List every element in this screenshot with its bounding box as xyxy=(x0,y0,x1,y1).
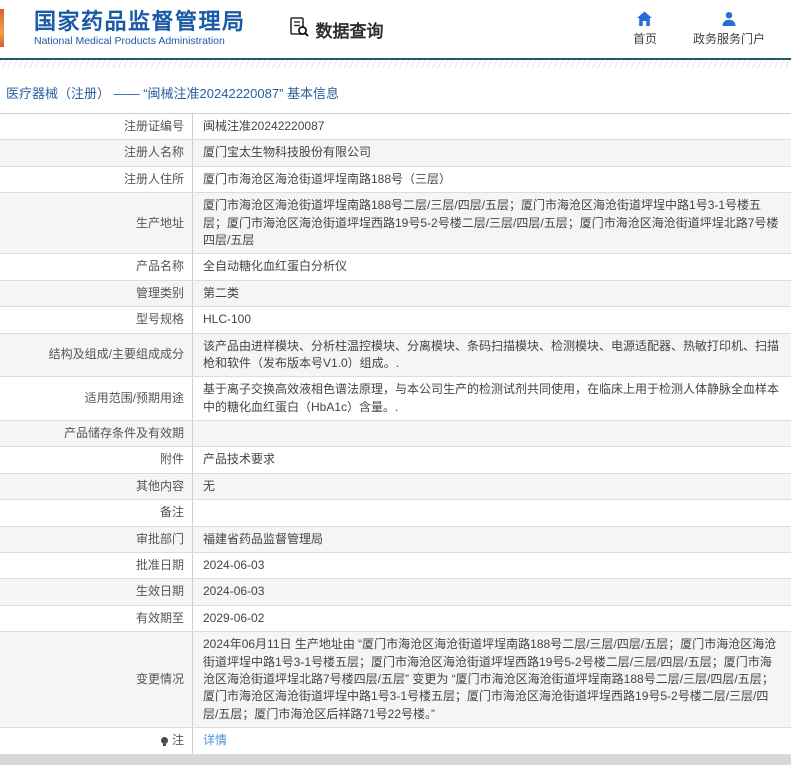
table-row: 注册人名称 厦门宝太生物科技股份有限公司 xyxy=(0,140,791,167)
table-row: 附件 产品技术要求 xyxy=(0,447,791,474)
table-row: 产品储存条件及有效期 xyxy=(0,421,791,448)
row-label: 适用范围/预期用途 xyxy=(0,377,193,421)
row-value xyxy=(193,500,791,525)
row-label: 审批部门 xyxy=(0,526,193,553)
table-row: 注册人住所 厦门市海沧区海沧街道坪埕南路188号（三层） xyxy=(0,166,791,194)
page-bottom-gap xyxy=(0,754,791,765)
row-value: 厦门市海沧区海沧街道坪埕南路188号二层/三层/四层/五层；厦门市海沧区海沧街道… xyxy=(203,198,779,247)
info-table: 注册证编号 闽械注准20242220087 注册人名称 厦门宝太生物科技股份有限… xyxy=(0,113,791,755)
site-header: 国家药品监督管理局 National Medical Products Admi… xyxy=(0,0,791,58)
row-label: 产品储存条件及有效期 xyxy=(0,421,193,447)
row-label: 注册人住所 xyxy=(0,166,193,193)
row-label: 有效期至 xyxy=(0,605,193,632)
row-value xyxy=(193,421,791,446)
row-value: 福建省药品监督管理局 xyxy=(203,531,324,546)
row-value: 详情 xyxy=(193,728,791,753)
table-row: 备注 xyxy=(0,500,791,527)
bulb-icon xyxy=(160,737,168,747)
row-label: 变更情况 xyxy=(0,632,193,728)
data-query-tab[interactable]: 数据查询 xyxy=(288,16,384,43)
row-label: 型号规格 xyxy=(0,307,193,333)
row-label: 生产地址 xyxy=(0,193,193,254)
row-label: 其他内容 xyxy=(0,473,193,500)
row-label: 注册证编号 xyxy=(0,114,193,140)
header-nav: 首页 政务服务门户 xyxy=(633,11,765,47)
table-row: 型号规格 HLC-100 xyxy=(0,307,791,334)
table-row: 产品名称 全自动糖化血红蛋白分析仪 xyxy=(0,254,791,281)
nav-home-label: 首页 xyxy=(632,32,657,46)
stripe-band xyxy=(0,60,791,68)
data-query-label: 数据查询 xyxy=(315,21,384,41)
row-label: 批准日期 xyxy=(0,553,193,579)
agency-name-cn: 国家药品监督管理局 xyxy=(34,9,246,35)
table-row: 生效日期 2024-06-03 xyxy=(0,579,791,606)
row-value: 基于离子交换高效液相色谱法原理，与本公司生产的检测试剂共同使用，在临床上用于检测… xyxy=(203,382,780,414)
table-row: 结构及组成/主要组成成分 该产品由进样模块、分析柱温控模块、分离模块、条码扫描模… xyxy=(0,333,791,378)
table-row: 审批部门 福建省药品监督管理局 xyxy=(0,526,791,554)
user-icon xyxy=(721,11,737,27)
table-row: 变更情况 2024年06月11日 生产地址由 “厦门市海沧区海沧街道坪埕南路18… xyxy=(0,632,791,729)
agency-logo[interactable]: 国家药品监督管理局 National Medical Products Admi… xyxy=(34,9,246,48)
row-label: 管理类别 xyxy=(0,280,193,307)
row-value: 2024-06-03 xyxy=(203,584,265,599)
details-link[interactable]: 详情 xyxy=(203,732,227,749)
row-label: 备注 xyxy=(0,500,193,526)
row-value: 产品技术要求 xyxy=(203,452,276,467)
document-search-icon xyxy=(288,16,310,43)
row-value: 2024年06月11日 生产地址由 “厦门市海沧区海沧街道坪埕南路188号二层/… xyxy=(203,637,777,721)
row-value: 该产品由进样模块、分析柱温控模块、分离模块、条码扫描模块、检测模块、电源适配器、… xyxy=(203,338,780,370)
row-label: 结构及组成/主要组成成分 xyxy=(0,333,193,377)
row-label: 注册人名称 xyxy=(0,140,193,166)
table-row: 生产地址 厦门市海沧区海沧街道坪埕南路188号二层/三层/四层/五层；厦门市海沧… xyxy=(0,193,791,255)
row-value: HLC-100 xyxy=(203,312,252,327)
row-value: 2024-06-03 xyxy=(203,558,265,573)
table-row: 注册证编号 闽械注准20242220087 xyxy=(0,114,791,141)
row-value: 厦门宝太生物科技股份有限公司 xyxy=(203,145,372,160)
row-value: 闽械注准20242220087 xyxy=(203,119,325,133)
nav-portal-label: 政务服务门户 xyxy=(692,32,765,46)
breadcrumb: 医疗器械（注册） —— “闽械注准20242220087” 基本信息 xyxy=(0,68,791,113)
home-icon xyxy=(636,11,653,27)
row-label: 附件 xyxy=(0,447,193,473)
row-label: 生效日期 xyxy=(0,579,193,605)
table-row: 适用范围/预期用途 基于离子交换高效液相色谱法原理，与本公司生产的检测试剂共同使… xyxy=(0,377,791,422)
row-value: 第二类 xyxy=(203,285,240,300)
row-value: 无 xyxy=(203,478,216,493)
page: 国家药品监督管理局 National Medical Products Admi… xyxy=(0,0,791,765)
nav-portal[interactable]: 政务服务门户 xyxy=(693,11,765,47)
agency-name-en: National Medical Products Administration xyxy=(34,35,225,48)
table-row: 批准日期 2024-06-03 xyxy=(0,553,791,580)
table-row: 注 详情 xyxy=(0,728,791,755)
row-label: 注 xyxy=(0,728,193,754)
row-value: 全自动糖化血红蛋白分析仪 xyxy=(203,259,348,274)
row-value: 厦门市海沧区海沧街道坪埕南路188号（三层） xyxy=(203,171,452,186)
nav-home[interactable]: 首页 xyxy=(633,11,657,47)
table-row: 管理类别 第二类 xyxy=(0,280,791,308)
table-row: 其他内容 无 xyxy=(0,473,791,501)
table-row: 有效期至 2029-06-02 xyxy=(0,605,791,633)
nmpa-emblem-icon xyxy=(0,9,4,47)
row-label: 产品名称 xyxy=(0,254,193,280)
row-value: 2029-06-02 xyxy=(203,610,265,625)
